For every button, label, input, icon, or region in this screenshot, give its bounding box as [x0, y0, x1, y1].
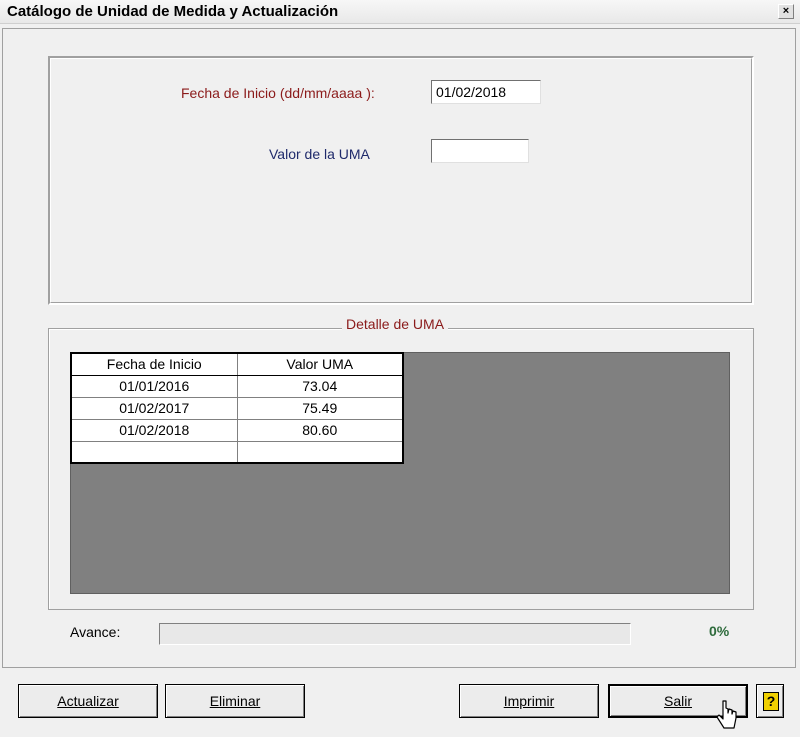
actualizar-button[interactable]: Actualizar	[18, 684, 158, 718]
table-cell-valor[interactable]: 80.60	[236, 418, 404, 442]
help-button[interactable]: ?	[756, 684, 784, 718]
table-cell-valor[interactable]: 73.04	[236, 374, 404, 398]
title-bar: Catálogo de Unidad de Medida y Actualiza…	[0, 0, 800, 24]
table-cell-valor[interactable]	[236, 440, 404, 464]
table-cell-valor[interactable]: 75.49	[236, 396, 404, 420]
close-button[interactable]: ×	[778, 4, 794, 19]
table-cell-fecha[interactable]: 01/02/2018	[70, 418, 238, 442]
salir-button-label: Salir	[663, 693, 692, 709]
fecha-inicio-label: Fecha de Inicio (dd/mm/aaaa ):	[181, 85, 375, 101]
help-icon: ?	[763, 692, 779, 711]
table-cell-fecha[interactable]: 01/01/2016	[70, 374, 238, 398]
imprimir-button-label: Imprimir	[503, 693, 555, 709]
table-row[interactable]: 01/02/2017 75.49	[70, 396, 404, 420]
close-icon: ×	[782, 5, 790, 17]
avance-percent: 0%	[709, 623, 730, 639]
column-header-fecha[interactable]: Fecha de Inicio	[70, 352, 238, 376]
table-row[interactable]: 01/02/2018 80.60	[70, 418, 404, 442]
table-row[interactable]: 01/01/2016 73.04	[70, 374, 404, 398]
imprimir-button[interactable]: Imprimir	[459, 684, 599, 718]
mouse-cursor-icon	[716, 700, 737, 729]
eliminar-button-label: Eliminar	[209, 693, 261, 709]
valor-uma-input[interactable]	[431, 139, 529, 163]
uma-table[interactable]: Fecha de Inicio Valor UMA 01/01/2016 73.…	[70, 352, 404, 464]
avance-label: Avance:	[70, 624, 121, 640]
table-header-row: Fecha de Inicio Valor UMA	[70, 352, 404, 376]
form-panel	[48, 56, 754, 305]
actualizar-button-label: Actualizar	[57, 693, 119, 709]
table-row-empty[interactable]	[70, 440, 404, 464]
valor-uma-label: Valor de la UMA	[269, 146, 370, 162]
table-cell-fecha[interactable]: 01/02/2017	[70, 396, 238, 420]
column-header-valor[interactable]: Valor UMA	[236, 352, 404, 376]
eliminar-button[interactable]: Eliminar	[165, 684, 305, 718]
avance-progress-bar	[159, 623, 631, 645]
fecha-inicio-input[interactable]	[431, 80, 541, 104]
detalle-caption: Detalle de UMA	[342, 316, 449, 332]
table-cell-fecha[interactable]	[70, 440, 238, 464]
window-title: Catálogo de Unidad de Medida y Actualiza…	[7, 3, 339, 20]
